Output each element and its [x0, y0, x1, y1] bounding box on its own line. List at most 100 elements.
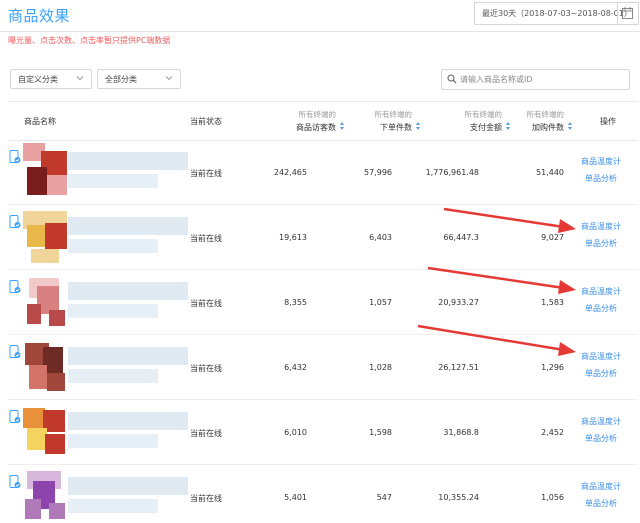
all-category-select[interactable]: 全部分类: [97, 69, 181, 89]
col-orders-sort[interactable]: 所有终端的 下单件数: [354, 109, 420, 133]
payment-cell: 26,127.51: [438, 363, 479, 372]
product-thumbnail: [23, 211, 67, 263]
product-thumbnail: [23, 406, 67, 458]
temperature-link[interactable]: 商品温度计: [581, 416, 621, 427]
date-range-picker[interactable]: 最近30天（2018-07-03~2018-08-01）: [474, 2, 639, 25]
col-visitors-sort[interactable]: 所有终端的 商品访客数: [268, 109, 344, 133]
cart-cell: 1,296: [541, 363, 564, 372]
col-status: 当前状态: [190, 117, 222, 126]
custom-category-label: 自定义分类: [18, 75, 58, 84]
temperature-link[interactable]: 商品温度计: [581, 286, 621, 297]
sort-icon[interactable]: [340, 122, 345, 131]
thumb-block: [49, 503, 65, 519]
thumb-block: [25, 499, 41, 519]
product-id-blurred: [68, 499, 158, 513]
col-visitors-line2: 商品访客数: [296, 123, 336, 132]
arrow-head: [558, 219, 576, 233]
payment-cell: 10,355.24: [438, 493, 479, 502]
table-header: 商品名称 当前状态 所有终端的 商品访客数 所有终端的 下单件数 所有终端的 支…: [8, 101, 638, 141]
thumb-block: [27, 225, 45, 247]
status-cell: 当前在线: [190, 234, 222, 243]
mobile-check-icon: [9, 345, 21, 358]
cart-cell: 1,056: [541, 493, 564, 502]
payment-cell: 1,776,961.48: [425, 168, 479, 177]
product-thumbnail: [23, 143, 67, 195]
product-id-blurred: [68, 369, 158, 383]
arrow-shaft: [443, 207, 565, 229]
cart-cell: 1,583: [541, 298, 564, 307]
temperature-link[interactable]: 商品温度计: [581, 351, 621, 362]
visitors-cell: 6,010: [284, 428, 307, 437]
status-cell: 当前在线: [190, 494, 222, 503]
arrow-head: [558, 280, 576, 294]
temperature-link[interactable]: 商品温度计: [581, 156, 621, 167]
col-payment-line1: 所有终端的: [464, 110, 503, 119]
product-name-blurred: [68, 347, 188, 365]
chevron-down-icon: [76, 76, 84, 81]
thumb-block: [45, 434, 65, 454]
thumb-block: [45, 223, 67, 249]
product-thumbnail: [23, 469, 67, 519]
mobile-check-icon: [9, 150, 21, 163]
mobile-check-icon: [9, 215, 21, 228]
analysis-link[interactable]: 单品分析: [585, 238, 617, 249]
status-cell: 当前在线: [190, 364, 222, 373]
analysis-link[interactable]: 单品分析: [585, 303, 617, 314]
analysis-link[interactable]: 单品分析: [585, 498, 617, 509]
col-payment-sort[interactable]: 所有终端的 支付金额: [444, 109, 510, 133]
sort-icon[interactable]: [416, 122, 421, 131]
product-search[interactable]: [441, 69, 630, 90]
mobile-check-icon: [9, 410, 21, 423]
thumb-block: [47, 373, 65, 391]
annotation-arrow: [443, 207, 576, 233]
chevron-down-icon: [165, 76, 173, 81]
sort-icon[interactable]: [506, 122, 511, 131]
arrow-shaft: [417, 324, 565, 352]
header-divider: [0, 31, 640, 32]
col-orders-line2: 下单件数: [380, 123, 412, 132]
col-orders-line1: 所有终端的: [374, 110, 413, 119]
notice-text: 曝光量、点击次数、点击率暂只提供PC端数据: [8, 36, 171, 45]
status-cell: 当前在线: [190, 429, 222, 438]
thumb-block: [31, 249, 59, 263]
orders-cell: 1,028: [369, 363, 392, 372]
analysis-link[interactable]: 单品分析: [585, 433, 617, 444]
analysis-link[interactable]: 单品分析: [585, 173, 617, 184]
product-name-blurred: [68, 282, 188, 300]
status-cell: 当前在线: [190, 299, 222, 308]
product-id-blurred: [68, 304, 158, 318]
search-input[interactable]: [460, 72, 620, 86]
product-id-blurred: [68, 239, 158, 253]
orders-cell: 57,996: [364, 168, 392, 177]
orders-cell: 6,403: [369, 233, 392, 242]
payment-cell: 20,933.27: [438, 298, 479, 307]
annotation-arrow: [427, 266, 576, 294]
cart-cell: 2,452: [541, 428, 564, 437]
analysis-link[interactable]: 单品分析: [585, 368, 617, 379]
orders-cell: 1,598: [369, 428, 392, 437]
temperature-link[interactable]: 商品温度计: [581, 481, 621, 492]
product-id-blurred: [68, 434, 158, 448]
thumb-block: [27, 167, 47, 195]
thumb-block: [47, 175, 67, 195]
temperature-link[interactable]: 商品温度计: [581, 221, 621, 232]
orders-cell: 547: [376, 493, 392, 502]
col-cart-sort[interactable]: 所有终端的 加购件数: [524, 109, 572, 133]
search-icon: [447, 74, 457, 84]
sort-icon[interactable]: [568, 122, 573, 131]
date-range-label: 最近30天（2018-07-03~2018-08-01）: [482, 9, 632, 18]
thumb-block: [49, 310, 65, 326]
visitors-cell: 242,465: [273, 168, 307, 177]
table-row: 当前在线 6,010 1,598 31,868.8 2,452 商品温度计 单品…: [8, 400, 638, 465]
custom-category-select[interactable]: 自定义分类: [10, 69, 92, 89]
arrow-head: [558, 342, 576, 356]
product-name-blurred: [68, 152, 188, 170]
annotation-arrow: [417, 324, 576, 356]
col-visitors-line1: 所有终端的: [298, 110, 337, 119]
thumb-block: [23, 408, 45, 428]
table-row: 当前在线 5,401 547 10,355.24 1,056 商品温度计 单品分…: [8, 465, 638, 519]
product-thumbnail: [23, 276, 67, 328]
calendar-button[interactable]: [617, 3, 638, 24]
product-name-blurred: [68, 412, 188, 430]
product-thumbnail: [23, 341, 67, 393]
